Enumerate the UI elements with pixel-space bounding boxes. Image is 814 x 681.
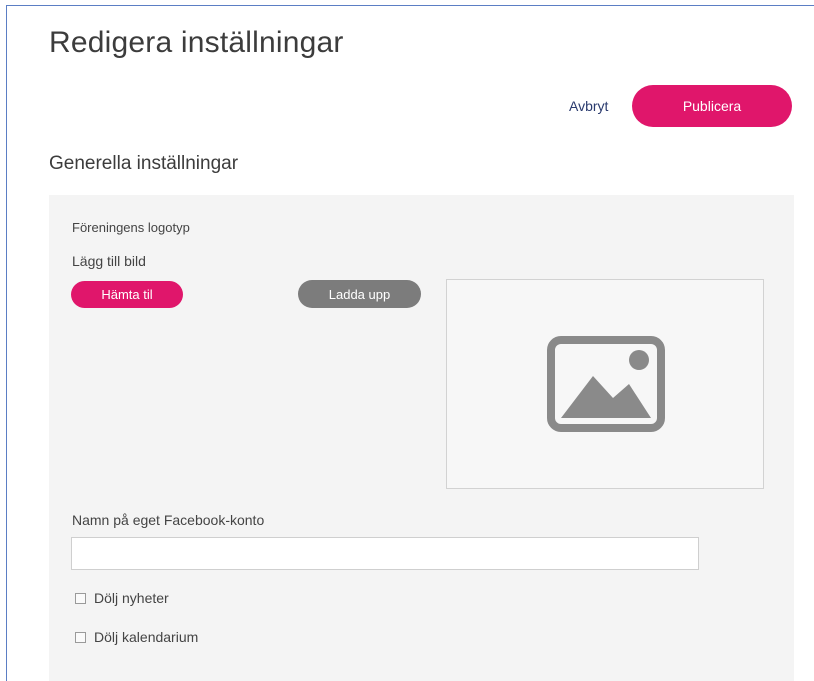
cancel-link[interactable]: Avbryt <box>569 98 608 114</box>
section-heading-general: Generella inställningar <box>49 153 239 174</box>
hide-calendar-label: Dölj kalendarium <box>94 629 199 645</box>
hide-news-checkbox[interactable] <box>75 592 86 604</box>
logo-label: Föreningens logotyp <box>72 220 190 235</box>
fetch-image-button[interactable]: Hämta til <box>71 281 183 308</box>
hide-calendar-checkbox-row[interactable]: Dölj kalendarium <box>75 629 198 645</box>
image-preview[interactable] <box>446 279 764 489</box>
hide-news-label: Dölj nyheter <box>94 590 169 606</box>
add-image-label: Lägg till bild <box>72 253 146 269</box>
image-placeholder-icon <box>547 336 665 432</box>
page-title: Redigera inställningar <box>49 26 344 59</box>
facebook-account-label: Namn på eget Facebook-konto <box>72 512 265 528</box>
hide-news-checkbox-row[interactable]: Dölj nyheter <box>75 590 169 606</box>
publish-button[interactable]: Publicera <box>632 85 792 127</box>
upload-image-button[interactable]: Ladda upp <box>298 280 421 308</box>
hide-calendar-checkbox[interactable] <box>75 631 86 643</box>
facebook-account-input[interactable] <box>71 537 699 570</box>
